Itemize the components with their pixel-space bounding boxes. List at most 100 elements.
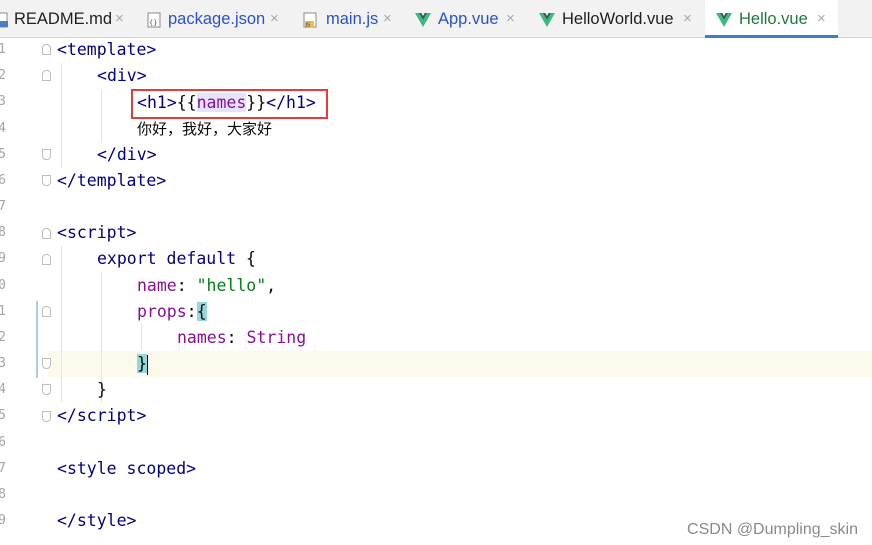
close-icon[interactable]: × [817,9,826,29]
tag-name: template [66,40,147,59]
fold-collapse-icon[interactable] [42,228,51,239]
line-number: 5 [0,147,6,162]
tab-readme-md[interactable]: README.md × [0,0,138,37]
fold-expand-icon[interactable] [42,149,51,160]
line-number: 8 [0,487,6,502]
line-number: 4 [0,121,6,136]
indent-guide [61,64,62,168]
ide-window: README.md × {} package.json × JS main.js… [0,0,872,545]
line-number: 0 [0,278,6,293]
fold-expand-icon[interactable] [42,175,51,186]
tag-bracket: < [57,223,67,242]
line-number: 3 [0,356,6,371]
close-icon[interactable]: × [115,9,124,29]
close-icon[interactable]: × [383,9,392,29]
line-number-gutter: 1 2 3 4 5 6 7 8 9 0 1 2 3 4 5 6 7 8 9 [0,38,48,545]
fold-collapse-icon[interactable] [42,44,51,55]
tag-bracket: > [136,66,147,85]
line-number: 1 [0,304,6,319]
tag-bracket: < [57,40,67,59]
tab-label: main.js [326,10,379,28]
matched-brace: { [196,302,207,321]
brace: } [97,380,107,399]
tag-name: style [76,511,127,530]
code-line-8: <script> [57,220,136,246]
code-editor[interactable]: 1 2 3 4 5 6 7 8 9 0 1 2 3 4 5 6 7 8 9 <t… [0,38,872,545]
string-literal: "hello" [196,276,267,295]
indent-guide [61,246,62,402]
watermark: CSDN @Dumpling_skin [687,521,858,538]
tag-bracket: </ [57,171,77,190]
svg-text:{}: {} [149,19,157,27]
tab-label: package.json [168,10,266,28]
colon: : [176,276,197,295]
code-line-13[interactable]: } [137,351,148,377]
brace: { [246,249,256,268]
line-number: 8 [0,225,6,240]
tab-main-js[interactable]: JS main.js × [293,0,405,37]
code-line-9: export default { [97,246,256,272]
tab-app-vue[interactable]: App.vue × [405,0,529,37]
js-file-icon: JS [303,12,317,28]
code-line-11: props:{ [137,299,207,325]
fold-expand-icon[interactable] [42,384,51,395]
indent-guide [141,324,142,350]
line-number: 7 [0,199,6,214]
code-line-1: <template> [57,37,156,63]
code-line-17: <style scoped> [57,456,196,482]
fold-expand-icon[interactable] [42,411,51,422]
property-key: names [177,328,227,347]
tab-hello-vue[interactable]: Hello.vue × [705,0,838,38]
tag-bracket: > [146,145,157,164]
tag-name: div [116,145,147,164]
json-file-icon: {} [147,12,161,28]
line-number: 6 [0,173,6,188]
tab-package-json[interactable]: {} package.json × [138,0,293,37]
tag-bracket: > [126,511,137,530]
vue-file-icon [716,13,732,27]
indent-guide [101,90,102,142]
close-icon[interactable]: × [506,9,515,29]
fold-collapse-icon[interactable] [42,306,51,317]
line-number: 3 [0,94,6,109]
svg-text:JS: JS [305,22,311,28]
tag-bracket: > [186,459,197,478]
line-number: 7 [0,461,6,476]
tag-bracket: < [97,66,107,85]
comma: , [266,276,277,295]
text-caret [146,354,148,375]
tag-name: style [66,459,117,478]
tag-name: template [76,171,157,190]
fold-expand-icon[interactable] [42,358,51,369]
colon: : [226,328,247,347]
line-number: 5 [0,408,6,423]
annotation-highlight-box [131,89,328,119]
property-key: name [137,276,177,295]
current-line-highlight [0,351,872,377]
property-key: props [137,302,187,321]
line-number: 2 [0,68,6,83]
tab-helloworld-vue[interactable]: HelloWorld.vue × [529,0,705,37]
tab-label: Hello.vue [739,10,808,28]
vcs-change-marker[interactable] [36,301,38,378]
code-line-15: </script> [57,403,146,429]
code-line-4: 你好，我好，大家好 [137,116,272,142]
code-line-12: names: String [177,325,306,351]
fold-collapse-icon[interactable] [42,70,51,81]
close-icon[interactable]: × [683,9,692,29]
tab-label: README.md [14,10,113,28]
tag-bracket: > [136,406,147,425]
vue-file-icon [415,13,431,27]
close-icon[interactable]: × [270,9,279,29]
line-number: 6 [0,435,6,450]
vue-file-icon [539,13,555,27]
fold-collapse-icon[interactable] [42,254,51,265]
tag-bracket: > [126,223,137,242]
tag-name: div [106,66,137,85]
colon: : [186,302,197,321]
tab-label: HelloWorld.vue [562,10,674,28]
text-content: 你好，我好，大家好 [137,120,273,138]
code-line-19: </style> [57,508,136,534]
code-line-14: } [97,377,107,403]
line-number: 4 [0,382,6,397]
